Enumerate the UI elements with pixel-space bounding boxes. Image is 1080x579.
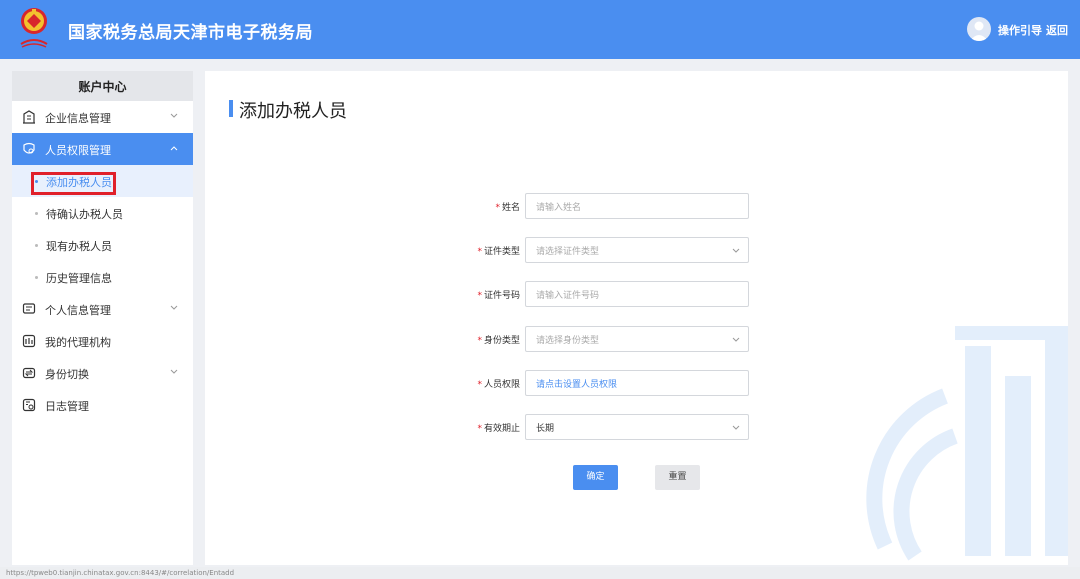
permission-setting-field[interactable]: 请点击设置人员权限 <box>525 370 749 396</box>
bullet-dot <box>35 212 38 215</box>
validity-value: 长期 <box>536 424 555 434</box>
status-url: https://tpweb0.tianjin.chinatax.gov.cn:8… <box>6 569 235 577</box>
form-row-name: * 姓名 请输入姓名 <box>205 193 1068 219</box>
sidebar-item-label: 身份切换 <box>45 368 89 381</box>
highlight-annotation-box <box>31 172 116 195</box>
guide-link[interactable]: 操作引导 <box>998 22 1042 38</box>
sidebar-subitem-label: 待确认办税人员 <box>46 208 123 221</box>
sidebar-item-label: 企业信息管理 <box>45 112 111 125</box>
name-placeholder: 请输入姓名 <box>536 203 582 213</box>
sidebar: 账户中心 企业信息管理 人员权限管理 添加办税人员 待确认办税人员 现有办税人员… <box>12 71 193 565</box>
validity-label: * 有效期止 <box>477 424 520 434</box>
chevron-down-icon <box>732 337 740 342</box>
chevron-down-icon <box>170 305 178 310</box>
form-row-id-type: * 证件类型 请选择证件类型 <box>205 237 1068 263</box>
sidebar-item-personnel-permissions[interactable]: 人员权限管理 <box>12 133 193 165</box>
id-number-placeholder: 请输入证件号码 <box>536 291 600 301</box>
sidebar-subitem-history-management[interactable]: 历史管理信息 <box>12 261 193 293</box>
form-row-validity: * 有效期止 长期 <box>205 414 1068 440</box>
log-icon <box>22 398 36 412</box>
sidebar-item-label: 个人信息管理 <box>45 304 111 317</box>
permission-setting-link[interactable]: 请点击设置人员权限 <box>536 377 617 390</box>
sidebar-item-identity-switch[interactable]: 身份切换 <box>12 357 193 389</box>
name-input[interactable]: 请输入姓名 <box>525 193 749 219</box>
form-row-id-number: * 证件号码 请输入证件号码 <box>205 281 1068 307</box>
top-header: 国家税务总局天津市电子税务局 操作引导 返回 <box>0 0 1080 59</box>
building-icon <box>23 110 35 124</box>
sidebar-subitem-pending-tax-staff[interactable]: 待确认办税人员 <box>12 197 193 229</box>
status-bar: https://tpweb0.tianjin.chinatax.gov.cn:8… <box>0 567 1080 579</box>
id-type-placeholder: 请选择证件类型 <box>536 247 600 257</box>
sidebar-item-label: 人员权限管理 <box>45 144 111 157</box>
id-number-input[interactable]: 请输入证件号码 <box>525 281 749 307</box>
id-number-label: * 证件号码 <box>477 291 520 301</box>
id-type-label: * 证件类型 <box>477 247 520 257</box>
sidebar-subitem-label: 现有办税人员 <box>46 240 112 253</box>
sidebar-subitem-label: 历史管理信息 <box>46 272 112 285</box>
reset-button[interactable]: 重置 <box>655 465 700 490</box>
agency-icon <box>22 334 36 348</box>
chevron-up-icon <box>170 146 178 151</box>
main-panel: 添加办税人员 * 姓名 请输入姓名 * 证件类型 请选择证件类型 * 证件号码 请输入… <box>205 71 1068 565</box>
validity-select[interactable]: 长期 <box>525 414 749 440</box>
permission-label: * 人员权限 <box>477 380 520 390</box>
sidebar-subitem-existing-tax-staff[interactable]: 现有办税人员 <box>12 229 193 261</box>
sidebar-item-label: 日志管理 <box>45 400 89 413</box>
identity-type-placeholder: 请选择身份类型 <box>536 336 600 346</box>
chevron-down-icon <box>170 369 178 374</box>
chevron-down-icon <box>732 425 740 430</box>
site-title: 国家税务总局天津市电子税务局 <box>68 23 313 43</box>
sidebar-item-enterprise-info[interactable]: 企业信息管理 <box>12 101 193 133</box>
bullet-dot <box>35 244 38 247</box>
tax-watermark-graphic <box>866 326 1068 561</box>
sidebar-item-my-agency[interactable]: 我的代理机构 <box>12 325 193 357</box>
sidebar-item-log-management[interactable]: 日志管理 <box>12 389 193 421</box>
sidebar-item-label: 我的代理机构 <box>45 336 111 349</box>
id-type-select[interactable]: 请选择证件类型 <box>525 237 749 263</box>
switch-icon <box>22 367 36 379</box>
name-label: * 姓名 <box>495 203 520 213</box>
chevron-down-icon <box>732 248 740 253</box>
form-row-identity-type: * 身份类型 请选择身份类型 <box>205 326 1068 352</box>
confirm-button[interactable]: 确定 <box>573 465 618 490</box>
bullet-dot <box>35 276 38 279</box>
id-card-icon <box>22 303 36 314</box>
sidebar-item-personal-info[interactable]: 个人信息管理 <box>12 293 193 325</box>
identity-type-select[interactable]: 请选择身份类型 <box>525 326 749 352</box>
user-avatar-icon[interactable] <box>967 17 991 41</box>
page-title: 添加办税人员 <box>239 101 347 122</box>
identity-type-label: * 身份类型 <box>477 336 520 346</box>
sidebar-title: 账户中心 <box>12 71 193 101</box>
back-link[interactable]: 返回 <box>1046 22 1068 38</box>
chevron-down-icon <box>170 113 178 118</box>
tax-emblem-logo <box>20 8 48 48</box>
form-row-permission: * 人员权限 请点击设置人员权限 <box>205 370 1068 396</box>
page-title-accent <box>229 100 233 117</box>
user-shield-icon <box>23 142 35 154</box>
